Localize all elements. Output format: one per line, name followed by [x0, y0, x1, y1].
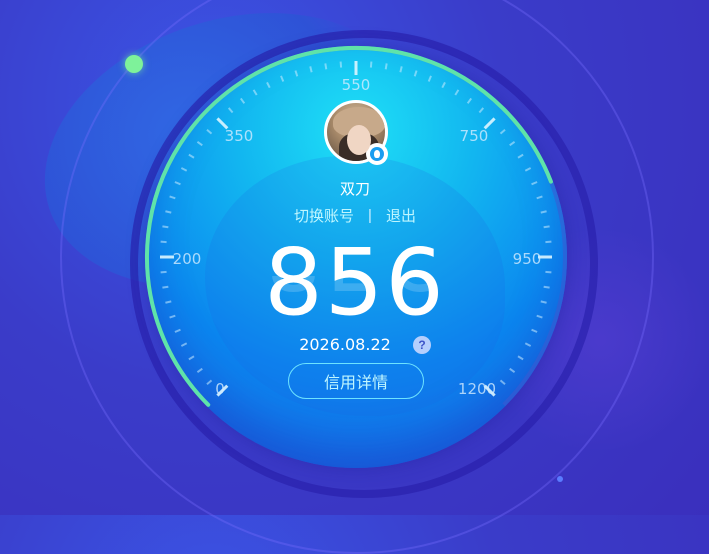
- gauge-tick: [537, 196, 543, 198]
- credit-score-reflection: 856: [230, 276, 480, 310]
- gauge-tick: [241, 98, 245, 103]
- gauge-tick: [170, 196, 176, 198]
- score-date: 2026.08.22: [290, 335, 400, 354]
- gauge-tick: [518, 155, 523, 158]
- gauge-tick: [229, 108, 233, 113]
- scale-label-200: 200: [157, 250, 217, 268]
- help-icon[interactable]: ?: [413, 336, 431, 354]
- gauge-tick: [525, 343, 530, 346]
- gauge-tick: [532, 330, 538, 332]
- scale-label-1200: 1200: [447, 380, 507, 398]
- gauge-tick: [162, 226, 168, 227]
- gauge-tick: [189, 155, 194, 158]
- gauge-tick: [254, 90, 257, 95]
- gauge-tick: [310, 66, 311, 72]
- gauge-tick: [175, 330, 181, 332]
- gauge-tick: [415, 71, 417, 77]
- gauge-tick: [544, 226, 550, 227]
- gauge-tick: [518, 356, 523, 359]
- gauge-tick: [525, 168, 530, 171]
- gauge-tick: [479, 108, 483, 113]
- credit-details-button[interactable]: 信用详情: [288, 363, 424, 399]
- scale-label-350: 350: [209, 127, 269, 145]
- username: 双刀: [300, 178, 410, 199]
- scale-label-750: 750: [444, 127, 504, 145]
- gauge-tick: [197, 369, 202, 373]
- gauge-tick: [175, 182, 181, 184]
- gauge-tick: [189, 356, 194, 359]
- gauge-tick: [325, 63, 326, 69]
- logout-link[interactable]: 退出: [386, 205, 416, 226]
- gauge-tick: [532, 182, 538, 184]
- gauge-tick: [541, 211, 547, 212]
- switch-account-link[interactable]: 切换账号: [294, 205, 354, 226]
- gauge-tick: [181, 343, 186, 346]
- gauge-tick: [165, 211, 171, 212]
- gauge-tick: [455, 90, 458, 95]
- gauge-tick: [181, 168, 186, 171]
- gauge-tick: [295, 71, 297, 77]
- gauge-tick: [267, 82, 270, 87]
- gauge-tick: [429, 76, 431, 82]
- gauge-tick: [442, 82, 445, 87]
- scale-label-550: 550: [326, 76, 386, 94]
- account-actions: 切换账号 | 退出: [270, 205, 440, 226]
- gauge-tick: [510, 369, 515, 373]
- gauge-tick: [537, 316, 543, 318]
- gauge-tick: [400, 66, 401, 72]
- gauge-tick: [165, 301, 171, 302]
- gauge-tick: [510, 142, 515, 146]
- account-separator: |: [368, 207, 372, 224]
- gauge-tick: [281, 76, 283, 82]
- scale-label-0: 0: [190, 380, 250, 398]
- gauge-tick: [386, 63, 387, 69]
- gauge-tick: [197, 142, 202, 146]
- gauge-tick: [170, 316, 176, 318]
- gauge-tick: [468, 98, 472, 103]
- gauge-tick: [541, 301, 547, 302]
- gauge-tick: [162, 287, 168, 288]
- scale-label-950: 950: [497, 250, 557, 268]
- gauge-tick: [544, 287, 550, 288]
